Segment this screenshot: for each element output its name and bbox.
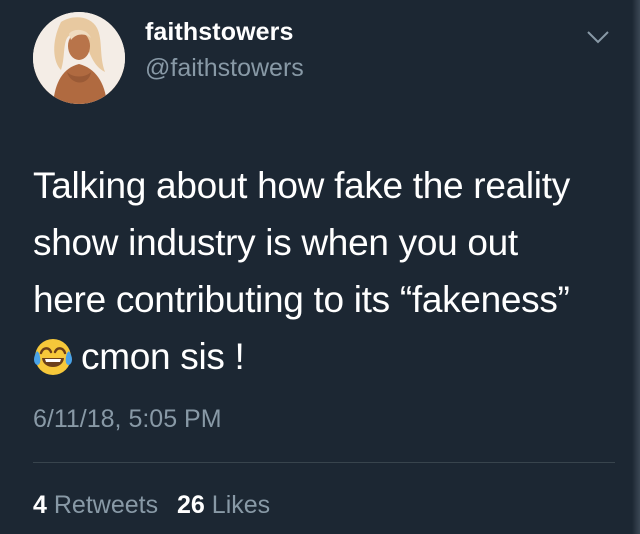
retweets-stat[interactable]: 4 Retweets (33, 491, 158, 519)
user-handle[interactable]: @faithstowers (145, 54, 304, 83)
tweet-card: faithstowers @faithstowers Talking about… (0, 0, 640, 534)
timestamp[interactable]: 6/11/18, 5:05 PM (33, 405, 222, 434)
tweet-text-tail: cmon sis ! (81, 336, 245, 377)
likes-label: Likes (211, 491, 271, 519)
retweets-count: 4 (33, 491, 47, 519)
engagement-stats: 4 Retweets 26 Likes (33, 491, 282, 520)
screen-edge (632, 0, 640, 534)
likes-stat[interactable]: 26 Likes (177, 491, 270, 519)
retweets-label: Retweets (53, 491, 159, 519)
tweet-text-line: here contributing to its “fakeness” (33, 279, 570, 320)
face-with-tears-of-joy-icon (34, 339, 72, 375)
tweet-text-line-last: cmon sis ! (33, 328, 623, 385)
tweet-text-line: show industry is when you out (33, 222, 518, 263)
display-name[interactable]: faithstowers (145, 18, 293, 47)
tweet-text-line: Talking about how fake the reality (33, 165, 570, 206)
likes-count: 26 (177, 491, 205, 519)
divider (33, 462, 615, 463)
avatar[interactable] (33, 12, 125, 104)
chevron-down-icon[interactable] (586, 28, 610, 46)
tweet-text: Talking about how fake the reality show … (33, 157, 623, 385)
